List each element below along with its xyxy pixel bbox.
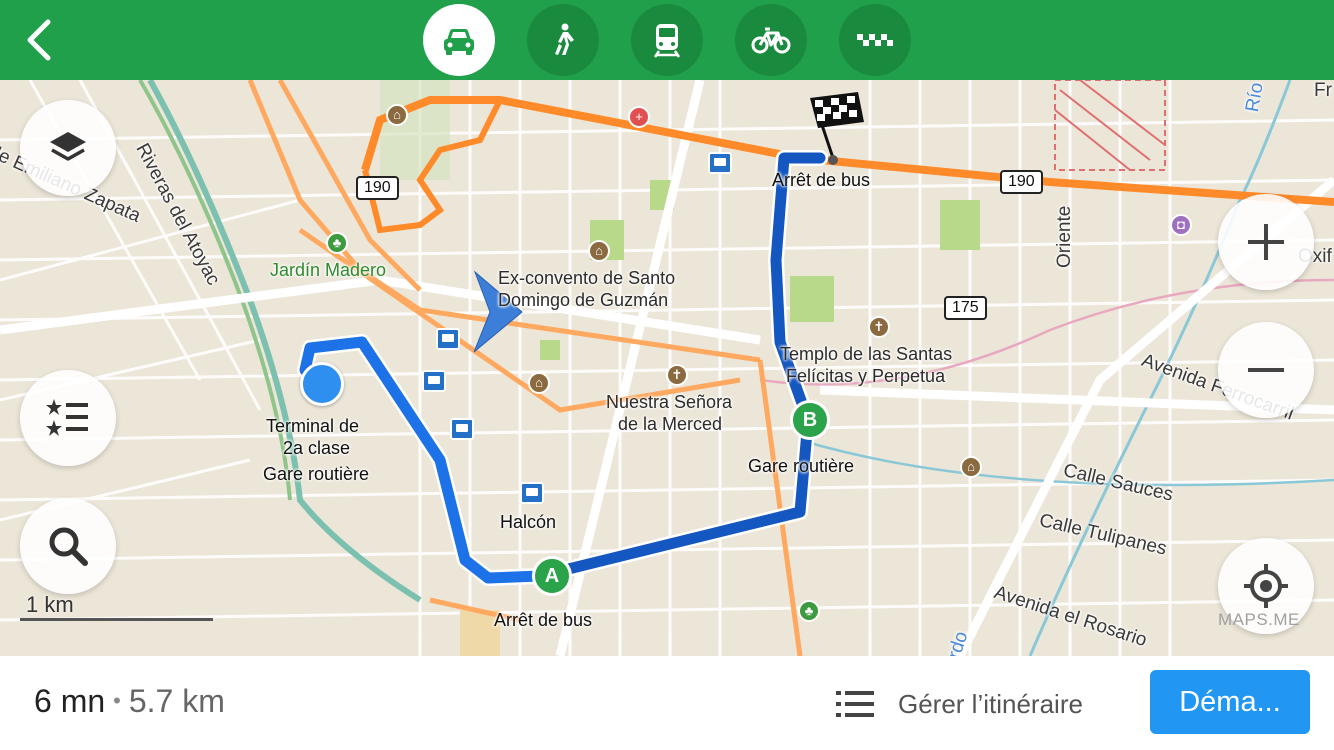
start-navigation-button[interactable]: Déma...	[1150, 670, 1310, 734]
place-label-bus-stop: Arrêt de bus	[772, 170, 871, 190]
manage-route-label: Gérer l’itinéraire	[898, 688, 1083, 719]
bus-stop-icon[interactable]	[450, 418, 474, 440]
place-label-templo: Felícitas y Perpetua	[786, 366, 946, 386]
bus-stop-icon[interactable]	[436, 328, 460, 350]
eta-distance: 5.7 km	[128, 683, 225, 719]
place-label-terminal: Gare routière	[263, 464, 370, 484]
place-label-convento: Domingo de Guzmán	[498, 290, 669, 310]
search-icon	[49, 527, 88, 566]
hospital-icon[interactable]: +	[628, 106, 650, 128]
place-label-terminal: 2a clase	[283, 438, 351, 458]
route-map[interactable]: Riveras del Atoyac lle Emiliano Zapata O…	[0, 80, 1334, 656]
zoom-in-icon	[1248, 224, 1284, 260]
route-summary-bar: 6 mn • 5.7 km Gérer l’itinéraire Déma...	[0, 656, 1334, 750]
back-button[interactable]	[14, 14, 66, 66]
place-label-templo: Templo de las Santas	[780, 344, 953, 364]
road-shield: 190	[1000, 170, 1043, 194]
car-icon	[444, 29, 474, 55]
road-shield: 175	[944, 296, 987, 320]
map-scale: 1 km	[20, 592, 213, 621]
place-label-halcon: Halcón	[500, 512, 557, 532]
scale-bar	[20, 618, 213, 621]
route-start-marker[interactable]	[300, 362, 344, 406]
bus-stop-icon[interactable]	[520, 482, 544, 504]
mode-taxi-button[interactable]	[839, 4, 911, 76]
museum-icon[interactable]: ⌂	[386, 104, 408, 126]
road-shield: 190	[356, 176, 399, 200]
eta-time: 6 mn	[34, 683, 106, 719]
manage-route-button[interactable]: Gérer l’itinéraire	[836, 684, 1083, 724]
place-label-bus-stop: Arrêt de bus	[494, 610, 593, 630]
list-icon	[836, 691, 874, 717]
place-label-convento: Ex-convento de Santo	[498, 268, 676, 288]
layers-icon	[50, 132, 86, 161]
place-label-merced: Nuestra Señora	[606, 392, 733, 412]
bus-stop-icon[interactable]	[422, 370, 446, 392]
museum-icon[interactable]: ⌂	[528, 372, 550, 394]
train-icon	[653, 24, 681, 58]
my-location-icon	[1244, 564, 1288, 608]
mode-transit-button[interactable]	[631, 4, 703, 76]
street-label: Fr	[1314, 80, 1332, 101]
eta-separator: •	[113, 688, 121, 713]
shop-icon[interactable]: ◘	[1170, 214, 1192, 236]
route-point-a[interactable]: A	[532, 556, 572, 596]
park-icon[interactable]: ♣	[326, 232, 348, 254]
church-icon[interactable]: ✝	[868, 316, 890, 338]
bicycle-icon	[751, 27, 791, 54]
bookmarks-icon	[46, 399, 88, 436]
scale-label: 1 km	[26, 592, 74, 617]
park-icon[interactable]: ♣	[798, 600, 820, 622]
museum-icon[interactable]: ⌂	[960, 456, 982, 478]
layers-button[interactable]	[20, 100, 116, 196]
place-label-merced: de la Merced	[618, 414, 723, 434]
maps-me-watermark: MAPS.ME	[1218, 610, 1300, 629]
bus-stop-icon[interactable]	[708, 152, 732, 174]
mode-bike-button[interactable]	[735, 4, 807, 76]
street-label: Oriente	[1054, 205, 1075, 268]
place-label-jardin: Jardín Madero	[270, 260, 387, 280]
museum-icon[interactable]: ⌂	[588, 240, 610, 262]
zoom-out-icon	[1248, 368, 1284, 372]
zoom-in-button[interactable]	[1218, 194, 1314, 290]
place-label-terminal: Terminal de	[266, 416, 360, 436]
place-label-gare: Gare routière	[748, 456, 855, 476]
route-eta: 6 mn • 5.7 km	[34, 683, 225, 720]
zoom-out-button[interactable]	[1218, 322, 1314, 418]
route-point-b[interactable]: B	[790, 400, 830, 440]
chevron-left-icon	[27, 19, 51, 61]
bookmarks-button[interactable]	[20, 370, 116, 466]
mode-walk-button[interactable]	[527, 4, 599, 76]
mode-car-button[interactable]	[423, 4, 495, 76]
search-button[interactable]	[20, 498, 116, 594]
transport-mode-bar	[0, 0, 1334, 80]
church-icon[interactable]: ✝	[666, 364, 688, 386]
walk-icon	[555, 23, 574, 55]
taxi-icon	[857, 34, 893, 46]
